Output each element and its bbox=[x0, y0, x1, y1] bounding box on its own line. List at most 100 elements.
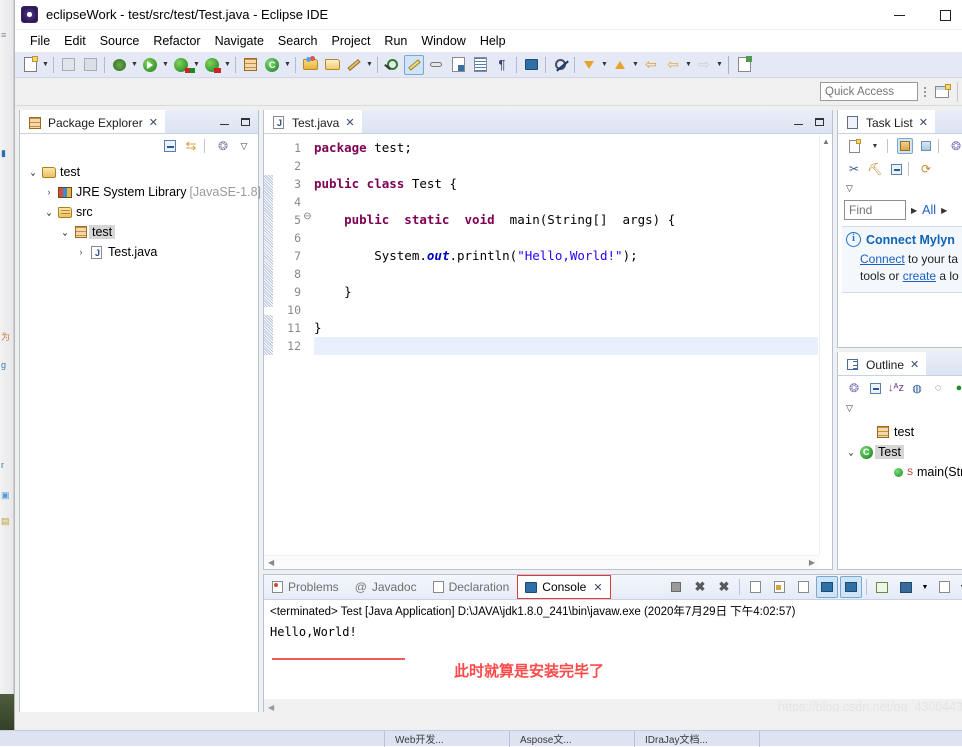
link-icon[interactable] bbox=[426, 55, 446, 75]
previous-annotation-icon[interactable] bbox=[610, 55, 630, 75]
tree-row[interactable]: test bbox=[844, 422, 962, 442]
tab-test-java[interactable]: J Test.java ✕ bbox=[264, 110, 362, 133]
find-prev-arrow[interactable]: ▶ bbox=[911, 206, 917, 215]
menu-item-run[interactable]: Run bbox=[377, 32, 414, 50]
maximize-icon[interactable] bbox=[811, 114, 827, 130]
run-external-tools-icon[interactable] bbox=[171, 55, 195, 75]
forward-dropdown-arrow[interactable]: ▼ bbox=[715, 55, 724, 75]
console-icon[interactable] bbox=[521, 55, 541, 75]
remove-all-terminated-icon[interactable]: ✖ bbox=[713, 576, 735, 598]
open-type-icon[interactable] bbox=[300, 55, 320, 75]
new-java-package-icon[interactable] bbox=[240, 55, 260, 75]
menu-item-edit[interactable]: Edit bbox=[57, 32, 93, 50]
display-selected-console-icon[interactable] bbox=[871, 576, 893, 598]
remove-launch-icon[interactable]: ✖ bbox=[689, 576, 711, 598]
collapse-all-icon[interactable] bbox=[162, 138, 178, 154]
hide-nonpublic-icon[interactable]: ● bbox=[951, 380, 962, 396]
close-icon[interactable]: ✕ bbox=[149, 116, 158, 129]
editor-vertical-scrollbar[interactable]: ▲ bbox=[819, 135, 832, 555]
menu-item-navigate[interactable]: Navigate bbox=[208, 32, 271, 50]
close-icon[interactable]: ✕ bbox=[593, 581, 602, 594]
run-dropdown-arrow[interactable]: ▼ bbox=[161, 55, 170, 75]
scroll-up-arrow[interactable]: ▲ bbox=[820, 135, 832, 149]
twisty-expanded-icon[interactable]: ⌄ bbox=[58, 224, 72, 239]
dropdown-arrow[interactable]: ▼ bbox=[957, 576, 962, 598]
twisty-expanded-icon[interactable]: ⌄ bbox=[26, 164, 40, 179]
new-task-icon[interactable] bbox=[846, 138, 862, 154]
menu-item-window[interactable]: Window bbox=[414, 32, 472, 50]
menu-item-refactor[interactable]: Refactor bbox=[146, 32, 207, 50]
tab-declaration[interactable]: Declaration bbox=[425, 575, 518, 599]
close-icon[interactable]: ✕ bbox=[910, 358, 919, 371]
twisty-collapsed-icon[interactable]: › bbox=[74, 247, 88, 257]
categorized-icon[interactable] bbox=[897, 138, 913, 154]
next-annotation-dropdown-arrow[interactable]: ▼ bbox=[600, 55, 609, 75]
scroll-lock-icon[interactable] bbox=[768, 576, 790, 598]
new-java-class-icon[interactable]: C bbox=[262, 55, 282, 75]
find-next-arrow[interactable]: ▶ bbox=[941, 206, 947, 215]
tab-outline[interactable]: Outline ✕ bbox=[838, 352, 927, 375]
search-icon[interactable] bbox=[382, 55, 402, 75]
close-icon[interactable]: ✕ bbox=[345, 116, 354, 129]
quick-access-handle[interactable] bbox=[921, 83, 929, 101]
forward-right-icon[interactable]: ⇨ bbox=[694, 55, 714, 75]
collapse-all-icon[interactable] bbox=[867, 380, 883, 396]
menu-item-help[interactable]: Help bbox=[473, 32, 513, 50]
taskbar-item[interactable]: Aspose文... bbox=[510, 730, 635, 747]
create-link[interactable]: create bbox=[903, 269, 936, 283]
debug-dropdown-arrow[interactable]: ▼ bbox=[130, 55, 139, 75]
editor-gutter[interactable] bbox=[264, 135, 273, 569]
view-menu-icon[interactable]: ▽ bbox=[236, 138, 252, 154]
dropdown-arrow[interactable]: ▼ bbox=[919, 576, 931, 598]
next-annotation-icon[interactable] bbox=[579, 55, 599, 75]
collapse-all-icon[interactable]: ✂ bbox=[846, 161, 862, 177]
taskbar-item[interactable]: IDraJay文档... bbox=[635, 730, 760, 747]
coverage-icon[interactable] bbox=[202, 55, 222, 75]
word-wrap-icon[interactable] bbox=[792, 576, 814, 598]
minimize-icon[interactable] bbox=[790, 114, 806, 130]
view-menu-icon[interactable]: ▽ bbox=[846, 183, 853, 193]
maximize-button[interactable] bbox=[922, 0, 962, 30]
skip-breakpoints-icon[interactable] bbox=[344, 55, 364, 75]
coverage-dropdown-arrow[interactable]: ▼ bbox=[223, 55, 232, 75]
find-input[interactable] bbox=[844, 200, 906, 220]
tab-javadoc[interactable]: @ Javadoc bbox=[347, 575, 425, 599]
source-code[interactable]: package test; public class Test { public… bbox=[314, 139, 818, 355]
menu-item-file[interactable]: File bbox=[23, 32, 57, 50]
restore-icon[interactable]: ⛏ bbox=[867, 161, 883, 177]
save-icon[interactable] bbox=[58, 55, 78, 75]
show-console-on-output-icon[interactable] bbox=[816, 576, 838, 598]
debug-icon[interactable] bbox=[109, 55, 129, 75]
view-menu-dots-icon[interactable]: ❂ bbox=[215, 138, 231, 154]
minimize-icon[interactable] bbox=[216, 114, 232, 130]
close-icon[interactable]: ✕ bbox=[919, 116, 928, 129]
new-console-view-icon[interactable] bbox=[933, 576, 955, 598]
view-menu-icon[interactable]: ▽ bbox=[846, 403, 853, 413]
minimize-button[interactable] bbox=[876, 0, 922, 30]
taskbar-item[interactable]: Web开发... bbox=[385, 730, 510, 747]
tab-console[interactable]: Console ✕ bbox=[517, 575, 611, 599]
open-perspective-icon[interactable] bbox=[932, 82, 952, 102]
forward-left-icon[interactable]: ⇦ bbox=[663, 55, 683, 75]
link-with-editor-icon[interactable]: ⇆ bbox=[183, 138, 199, 154]
open-editor-icon[interactable] bbox=[448, 55, 468, 75]
synchronize-icon[interactable]: ⟳ bbox=[918, 161, 934, 177]
focus-icon[interactable]: ❂ bbox=[846, 380, 862, 396]
taskbar-item[interactable] bbox=[0, 730, 385, 747]
menu-item-project[interactable]: Project bbox=[325, 32, 378, 50]
connect-link[interactable]: Connect bbox=[860, 252, 905, 266]
menu-item-search[interactable]: Search bbox=[271, 32, 325, 50]
focus-icon[interactable]: ❂ bbox=[948, 138, 962, 154]
scheduled-icon[interactable] bbox=[918, 138, 934, 154]
tab-problems[interactable]: Problems bbox=[264, 575, 347, 599]
hide-fields-icon[interactable]: ◍ bbox=[909, 380, 925, 396]
toggle-mark-occurrences-icon[interactable] bbox=[404, 54, 424, 75]
maximize-icon[interactable] bbox=[237, 114, 253, 130]
tree-row[interactable]: ⌄ src bbox=[26, 202, 258, 222]
scroll-right-arrow[interactable]: ▶ bbox=[809, 558, 819, 567]
tree-row[interactable]: ⌄ C Test bbox=[844, 442, 962, 462]
back-dropdown-arrow[interactable]: ▼ bbox=[684, 55, 693, 75]
run-icon[interactable] bbox=[140, 55, 160, 75]
find-all-label[interactable]: All bbox=[922, 203, 936, 217]
new-class-dropdown-arrow[interactable]: ▼ bbox=[283, 55, 292, 75]
